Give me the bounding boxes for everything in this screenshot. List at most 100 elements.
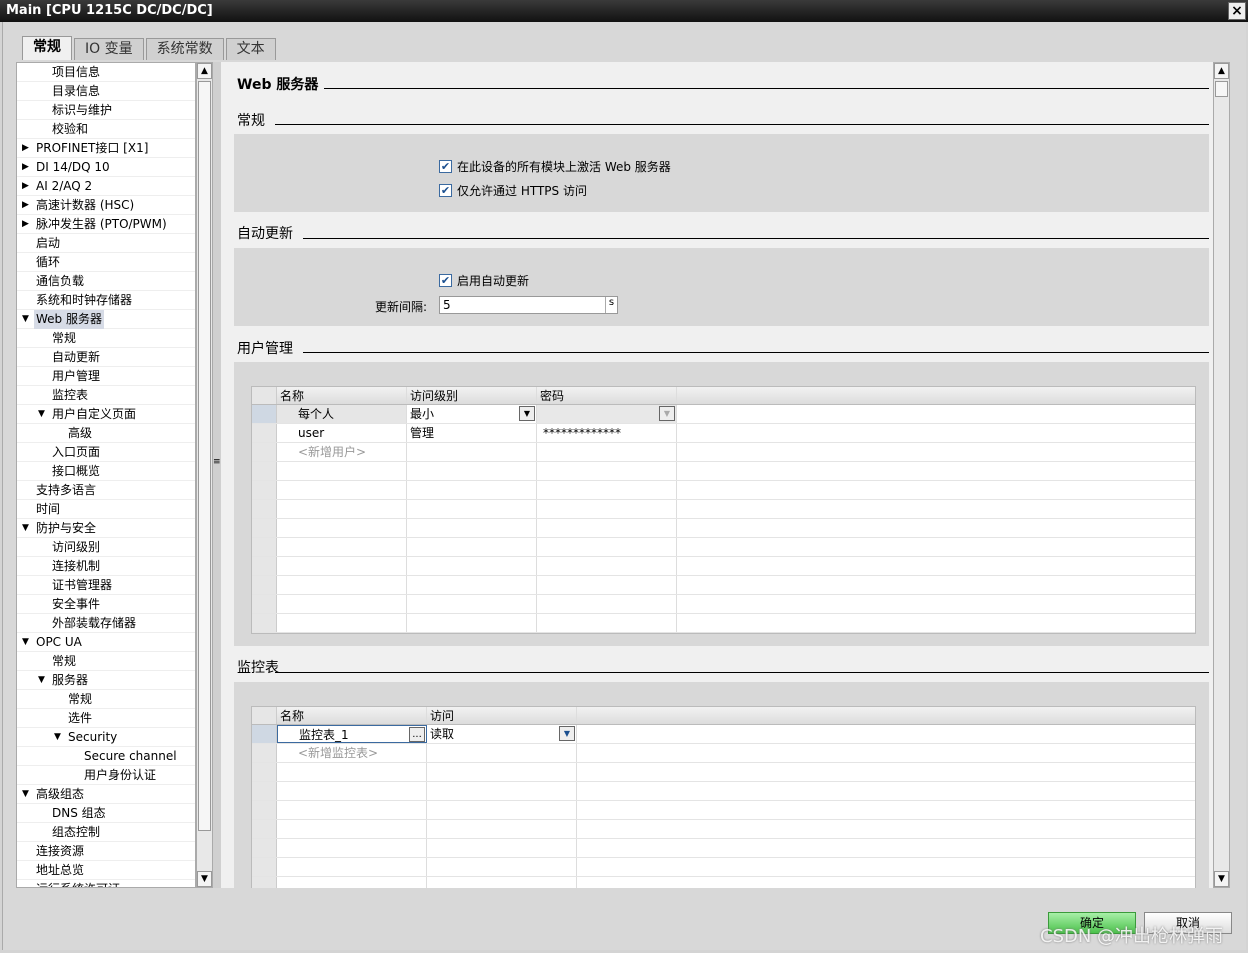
table-cell[interactable] [427, 801, 577, 819]
collapsed-arrow-icon[interactable]: ▶ [22, 139, 29, 158]
tree-item[interactable]: 循环 [17, 253, 195, 272]
table-cell[interactable]: 监控表_1... [277, 725, 427, 743]
tree-item[interactable]: 地址总览 [17, 861, 195, 880]
table-row[interactable] [252, 801, 1195, 820]
checkbox-icon[interactable]: ✔ [439, 160, 452, 173]
splitter[interactable]: ≡ [213, 62, 221, 888]
tree-item[interactable]: DNS 组态 [17, 804, 195, 823]
expanded-arrow-icon[interactable]: ▼ [22, 633, 29, 652]
ok-button[interactable]: 确定 [1048, 912, 1136, 934]
table-cell[interactable] [407, 443, 537, 461]
collapsed-arrow-icon[interactable]: ▶ [22, 196, 29, 215]
table-cell[interactable] [277, 538, 407, 556]
tree-item[interactable]: ▶ AI 2/AQ 2 [17, 177, 195, 196]
table-cell[interactable] [537, 595, 677, 613]
tree-item[interactable]: 支持多语言 [17, 481, 195, 500]
table-cell[interactable]: ▼ [537, 405, 677, 423]
collapsed-arrow-icon[interactable]: ▶ [22, 158, 29, 177]
tree-item[interactable]: 证书管理器 [17, 576, 195, 595]
table-cell[interactable] [407, 481, 537, 499]
table-cell[interactable] [427, 763, 577, 781]
tree-item[interactable]: 访问级别 [17, 538, 195, 557]
table-cell[interactable] [407, 557, 537, 575]
table-cell[interactable] [277, 763, 427, 781]
table-cell[interactable] [407, 538, 537, 556]
table-row[interactable]: <新增监控表> [252, 744, 1195, 763]
table-cell[interactable] [537, 557, 677, 575]
table-cell[interactable] [277, 858, 427, 876]
tree-item[interactable]: ▼ Security [17, 728, 195, 747]
tree-item[interactable]: 外部装载存储器 [17, 614, 195, 633]
table-cell[interactable]: 管理 [407, 424, 537, 442]
table-cell[interactable]: <新增用户> [277, 443, 407, 461]
table-cell[interactable]: 读取 ▼ [427, 725, 577, 743]
tree-item[interactable]: 监控表 [17, 386, 195, 405]
tree-item[interactable]: 时间 [17, 500, 195, 519]
table-cell[interactable] [407, 462, 537, 480]
tree-item[interactable]: ▼ Web 服务器 [17, 310, 195, 329]
tree-item[interactable]: 标识与维护 [17, 101, 195, 120]
scroll-up-icon[interactable]: ▲ [197, 63, 212, 79]
tree-item[interactable]: ▶ 脉冲发生器 (PTO/PWM) [17, 215, 195, 234]
tree-item[interactable]: 常规 [17, 652, 195, 671]
tree-item[interactable]: 常规 [17, 329, 195, 348]
tree-item[interactable]: 目录信息 [17, 82, 195, 101]
collapsed-arrow-icon[interactable]: ▶ [22, 215, 29, 234]
table-cell[interactable]: ************* [537, 424, 677, 442]
table-row[interactable] [252, 614, 1195, 633]
table-cell[interactable] [427, 820, 577, 838]
table-cell[interactable] [537, 614, 677, 632]
table-cell[interactable] [277, 576, 407, 594]
table-cell[interactable] [427, 782, 577, 800]
cancel-button[interactable]: 取消 [1144, 912, 1232, 934]
tree-item[interactable]: ▼ 用户自定义页面 [17, 405, 195, 424]
table-cell[interactable] [277, 839, 427, 857]
table-cell[interactable] [427, 877, 577, 888]
table-row[interactable] [252, 481, 1195, 500]
table-cell[interactable] [407, 519, 537, 537]
table-cell[interactable]: 最小 ▼ [407, 405, 537, 423]
table-row[interactable]: 每个人 最小 ▼ ▼ [252, 405, 1195, 424]
tree-item[interactable]: 安全事件 [17, 595, 195, 614]
tree-item[interactable]: 自动更新 [17, 348, 195, 367]
table-row[interactable] [252, 820, 1195, 839]
scroll-thumb[interactable] [1215, 81, 1228, 97]
add-row-placeholder[interactable]: <新增用户> [280, 445, 366, 459]
table-cell[interactable] [277, 519, 407, 537]
table-cell[interactable] [277, 462, 407, 480]
tree-scrollbar[interactable]: ▲ ▼ [196, 62, 213, 888]
watch-table-name[interactable]: 监控表_1 [281, 728, 349, 742]
tree-item[interactable]: 校验和 [17, 120, 195, 139]
tree-item[interactable]: 接口概览 [17, 462, 195, 481]
checkbox-icon[interactable]: ✔ [439, 184, 452, 197]
tree-item[interactable]: ▼ 防护与安全 [17, 519, 195, 538]
table-row[interactable] [252, 462, 1195, 481]
tree-item[interactable]: 连接资源 [17, 842, 195, 861]
table-row[interactable]: <新增用户> [252, 443, 1195, 462]
close-button[interactable]: × [1228, 2, 1246, 20]
expanded-arrow-icon[interactable]: ▼ [22, 519, 29, 538]
enable-autoupdate-checkbox[interactable]: ✔ 启用自动更新 [439, 272, 529, 289]
table-row[interactable] [252, 500, 1195, 519]
tab-3[interactable]: 文本 [225, 38, 276, 60]
dropdown-arrow-icon[interactable]: ▼ [519, 406, 535, 421]
table-cell[interactable] [427, 858, 577, 876]
tab-1[interactable]: IO 变量 [74, 38, 144, 60]
table-cell[interactable] [277, 595, 407, 613]
tab-2[interactable]: 系统常数 [145, 38, 224, 60]
expanded-arrow-icon[interactable]: ▼ [22, 785, 29, 804]
tree-item[interactable]: 运行系统许可证 [17, 880, 195, 887]
table-row[interactable]: user 管理 ************* [252, 424, 1195, 443]
table-cell[interactable] [407, 500, 537, 518]
dropdown-arrow-icon[interactable]: ▼ [559, 726, 575, 741]
checkbox-icon[interactable]: ✔ [439, 274, 452, 287]
tree-item[interactable]: 选件 [17, 709, 195, 728]
scroll-up-icon[interactable]: ▲ [1214, 63, 1229, 79]
main-scrollbar[interactable]: ▲ ▼ [1213, 62, 1230, 888]
table-row[interactable] [252, 877, 1195, 888]
tree-item[interactable]: ▼ 高级组态 [17, 785, 195, 804]
table-row[interactable] [252, 858, 1195, 877]
table-cell[interactable] [537, 519, 677, 537]
interval-input[interactable]: 5 s [439, 296, 618, 314]
tree-item[interactable]: 启动 [17, 234, 195, 253]
